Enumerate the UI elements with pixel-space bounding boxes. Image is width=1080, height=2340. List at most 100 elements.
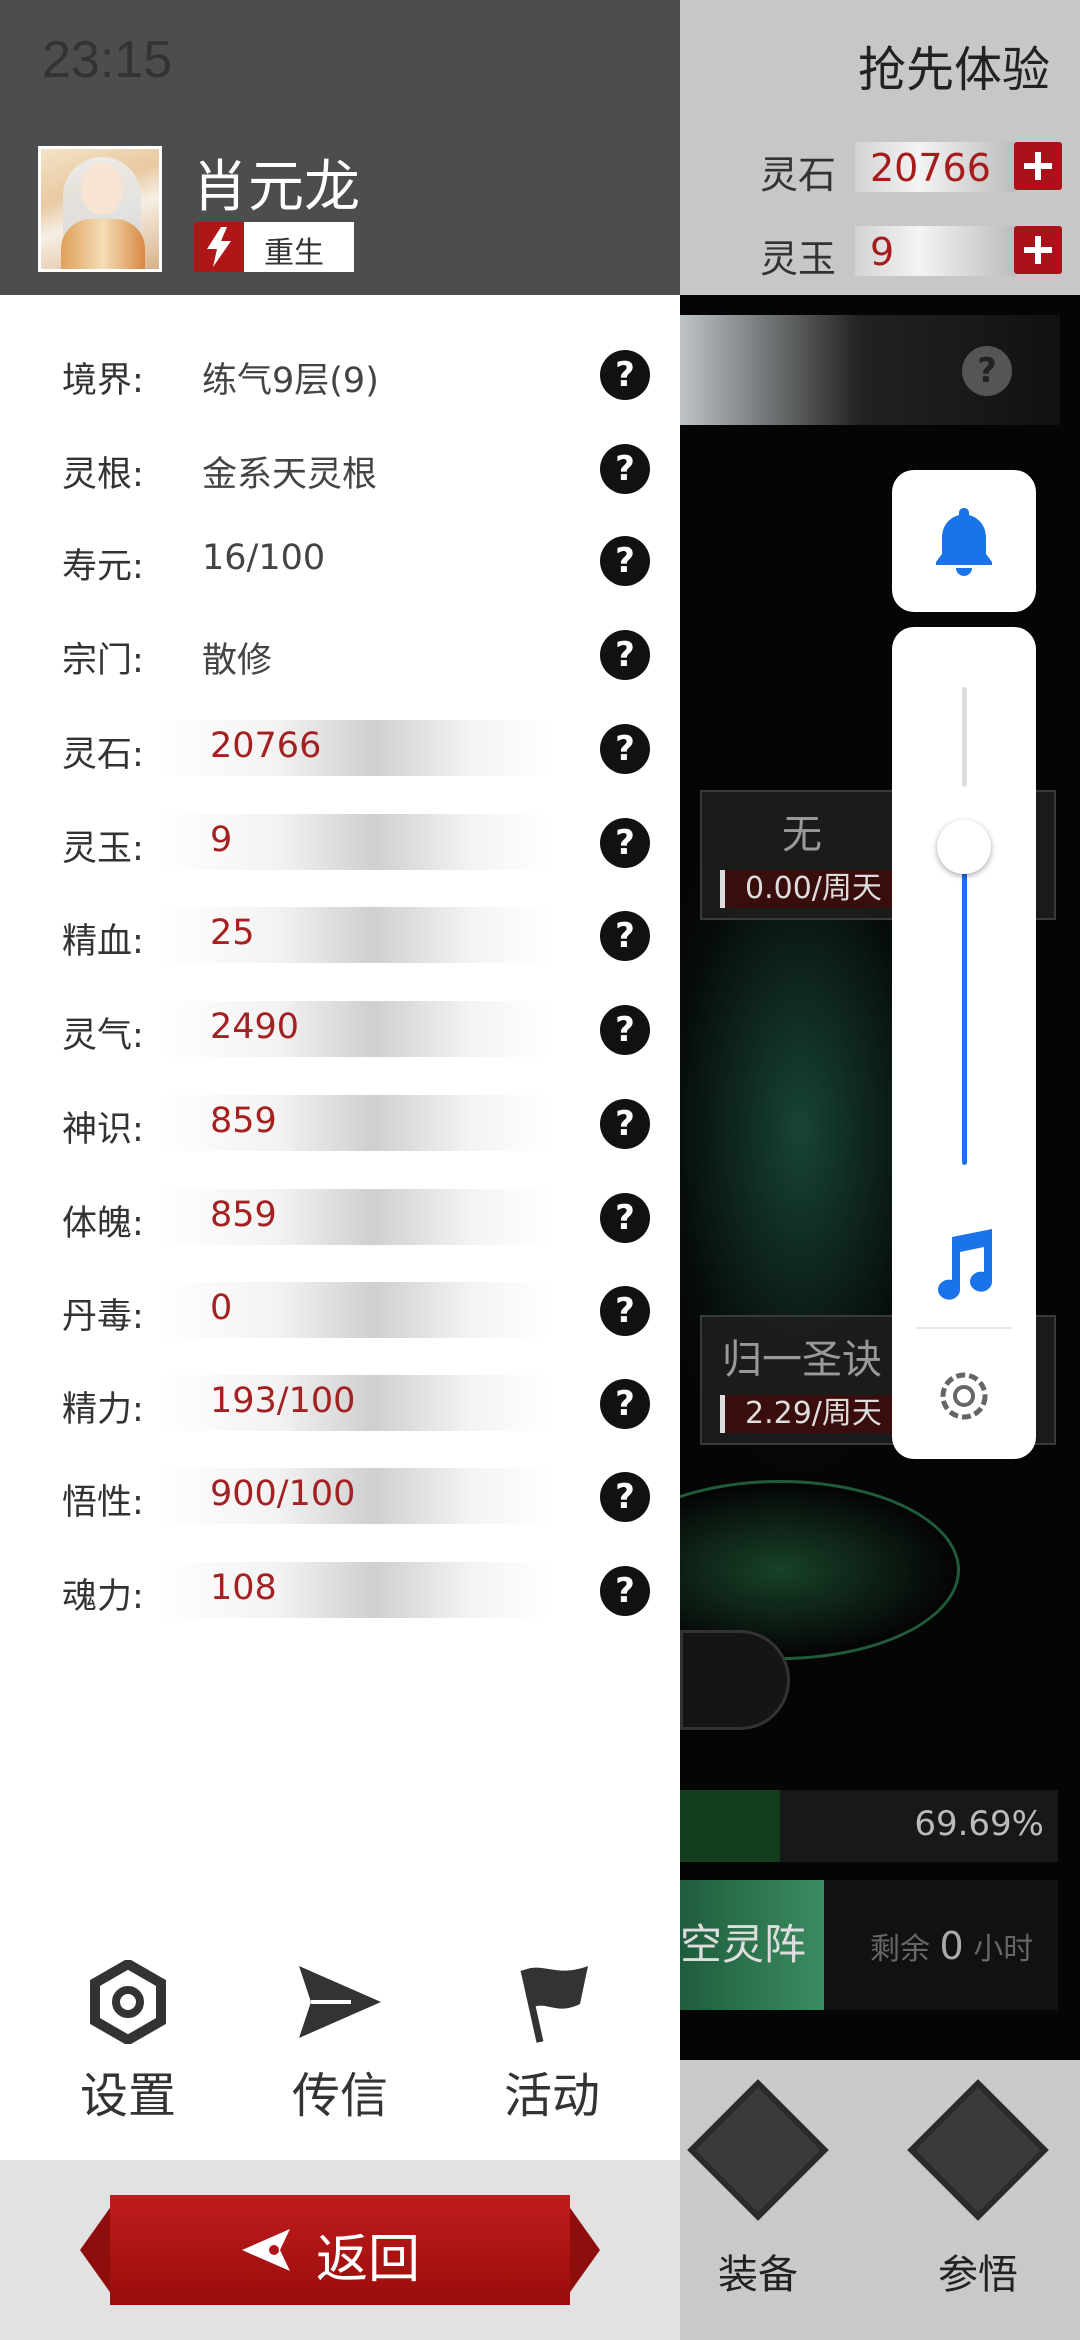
- back-button[interactable]: 返回: [80, 2195, 600, 2305]
- stat-value: 859: [210, 1101, 277, 1141]
- ringer-mode-button[interactable]: [892, 470, 1036, 612]
- stat-label: 神识:: [62, 1110, 144, 1150]
- stat-label: 境界:: [62, 361, 144, 401]
- nav-equipment[interactable]: 装备: [678, 2079, 838, 2300]
- stat-value: 900/100: [210, 1474, 356, 1514]
- resource-value: 20766: [870, 146, 991, 190]
- help-icon[interactable]: ?: [600, 1472, 650, 1522]
- stat-label: 灵根:: [62, 455, 144, 495]
- help-icon[interactable]: ?: [962, 346, 1012, 396]
- book-diamond-icon: [907, 2079, 1049, 2221]
- stat-value: 108: [210, 1568, 277, 1608]
- stat-value: 练气9层(9): [202, 361, 379, 401]
- stat-row-spirit-qi: 灵气: 2490 ?: [0, 997, 680, 1061]
- progress-percent: 69.69%: [914, 1804, 1044, 1844]
- stat-label: 精力:: [62, 1390, 144, 1430]
- stat-label: 灵玉:: [62, 829, 144, 869]
- nav-label: 传信: [291, 2068, 388, 2124]
- remaining-prefix: 剩余: [870, 1932, 930, 1967]
- resource-label: 灵玉: [760, 237, 837, 281]
- stat-value: 9: [210, 820, 233, 860]
- resource-value: 9: [870, 230, 895, 274]
- stat-label: 宗门:: [62, 641, 144, 681]
- stat-value: 193/100: [210, 1381, 356, 1421]
- stat-label: 灵气:: [62, 1016, 144, 1056]
- sword-diamond-icon: [687, 2079, 829, 2221]
- stat-row-sect: 宗门: 散修 ?: [0, 622, 680, 686]
- spirit-array-button[interactable]: 空灵阵: [680, 1880, 824, 2010]
- resource-label: 灵石: [760, 153, 837, 197]
- early-access-title[interactable]: 抢先体验: [858, 30, 1050, 100]
- stat-row-soul-power: 魂力: 108 ?: [0, 1558, 680, 1622]
- help-icon[interactable]: ?: [600, 1566, 650, 1616]
- stat-row-spirit-root: 灵根: 金系天灵根 ?: [0, 436, 680, 500]
- gear-icon[interactable]: [932, 1364, 996, 1428]
- status-bar-time: 23:15: [42, 31, 173, 89]
- nav-comprehend[interactable]: 参悟: [898, 2079, 1058, 2300]
- add-lingshi-button[interactable]: [1014, 142, 1062, 190]
- spirit-array-panel: 空灵阵 剩余 0 小时: [680, 1880, 1058, 2010]
- stat-label: 精血:: [62, 922, 144, 962]
- stat-label: 灵石:: [62, 735, 144, 775]
- help-icon[interactable]: ?: [600, 1193, 650, 1243]
- stat-row-physique: 体魄: 859 ?: [0, 1185, 680, 1249]
- stat-row-divine-sense: 神识: 859 ?: [0, 1091, 680, 1155]
- stat-value: 25: [210, 913, 255, 953]
- help-icon[interactable]: ?: [600, 724, 650, 774]
- resource-row-lingyu: 灵玉 9: [760, 222, 1070, 282]
- add-lingyu-button[interactable]: [1014, 226, 1062, 274]
- remaining-unit: 小时: [973, 1932, 1034, 1967]
- stat-label: 体魄:: [62, 1204, 144, 1244]
- help-icon[interactable]: ?: [600, 911, 650, 961]
- nav-label: 装备: [718, 2252, 798, 2298]
- toggle-pill[interactable]: [680, 1630, 790, 1730]
- volume-panel: [892, 627, 1036, 1459]
- help-icon[interactable]: ?: [600, 1286, 650, 1336]
- technique-title: 无: [782, 812, 822, 858]
- stat-label: 丹毒:: [62, 1297, 144, 1337]
- avatar-robe: [61, 219, 145, 269]
- help-icon[interactable]: ?: [600, 1379, 650, 1429]
- help-icon[interactable]: ?: [600, 1099, 650, 1149]
- stat-value: 金系天灵根: [202, 455, 378, 495]
- music-note-icon[interactable]: [930, 1227, 998, 1303]
- spirit-array-label: 空灵阵: [680, 1920, 807, 1969]
- stat-row-lingyu: 灵玉: 9 ?: [0, 810, 680, 874]
- events-button[interactable]: 活动: [462, 1960, 642, 2126]
- status-badge: 重生: [194, 222, 354, 272]
- stat-row-pill-toxicity: 丹毒: 0 ?: [0, 1278, 680, 1342]
- bell-icon: [936, 508, 992, 576]
- settings-button[interactable]: 设置: [38, 1960, 218, 2126]
- technique-title: 归一圣诀: [722, 1337, 882, 1383]
- help-icon[interactable]: ?: [600, 818, 650, 868]
- stat-row-essence-blood: 精血: 25 ?: [0, 903, 680, 967]
- volume-track-fill[interactable]: [962, 845, 967, 1165]
- stat-row-realm: 境界: 练气9层(9) ?: [0, 342, 680, 406]
- stat-value: 859: [210, 1195, 277, 1235]
- help-icon[interactable]: ?: [600, 536, 650, 586]
- stat-value: 16/100: [202, 538, 326, 578]
- volume-slider-thumb[interactable]: [937, 820, 991, 874]
- volume-track[interactable]: [962, 687, 967, 787]
- stat-value: 散修: [202, 641, 273, 681]
- stat-label: 寿元:: [62, 547, 144, 587]
- settings-ring-icon: [90, 1960, 166, 2044]
- flag-icon: [520, 1966, 588, 2043]
- stat-value: 2490: [210, 1007, 300, 1047]
- stat-row-energy: 精力: 193/100 ?: [0, 1371, 680, 1435]
- resource-row-lingshi: 灵石 20766: [760, 138, 1070, 198]
- help-icon[interactable]: ?: [600, 630, 650, 680]
- back-button-label: 返回: [316, 2230, 421, 2290]
- message-button[interactable]: 传信: [250, 1960, 430, 2126]
- player-name: 肖元龙: [192, 155, 360, 220]
- avatar[interactable]: [38, 146, 162, 272]
- help-icon[interactable]: ?: [600, 1005, 650, 1055]
- help-icon[interactable]: ?: [600, 350, 650, 400]
- panel-divider: [916, 1327, 1012, 1329]
- character-drawer: 23:15 肖元龙 重生 境界: 练气9层(9) ? 灵根: 金系天灵根 ? 寿…: [0, 0, 680, 2340]
- nav-label: 参悟: [938, 2252, 1018, 2298]
- stat-row-lingshi: 灵石: 20766 ?: [0, 716, 680, 780]
- technique-rate: 2.29/周天: [720, 1395, 900, 1433]
- help-icon[interactable]: ?: [600, 444, 650, 494]
- back-arrow-icon: [242, 2229, 290, 2271]
